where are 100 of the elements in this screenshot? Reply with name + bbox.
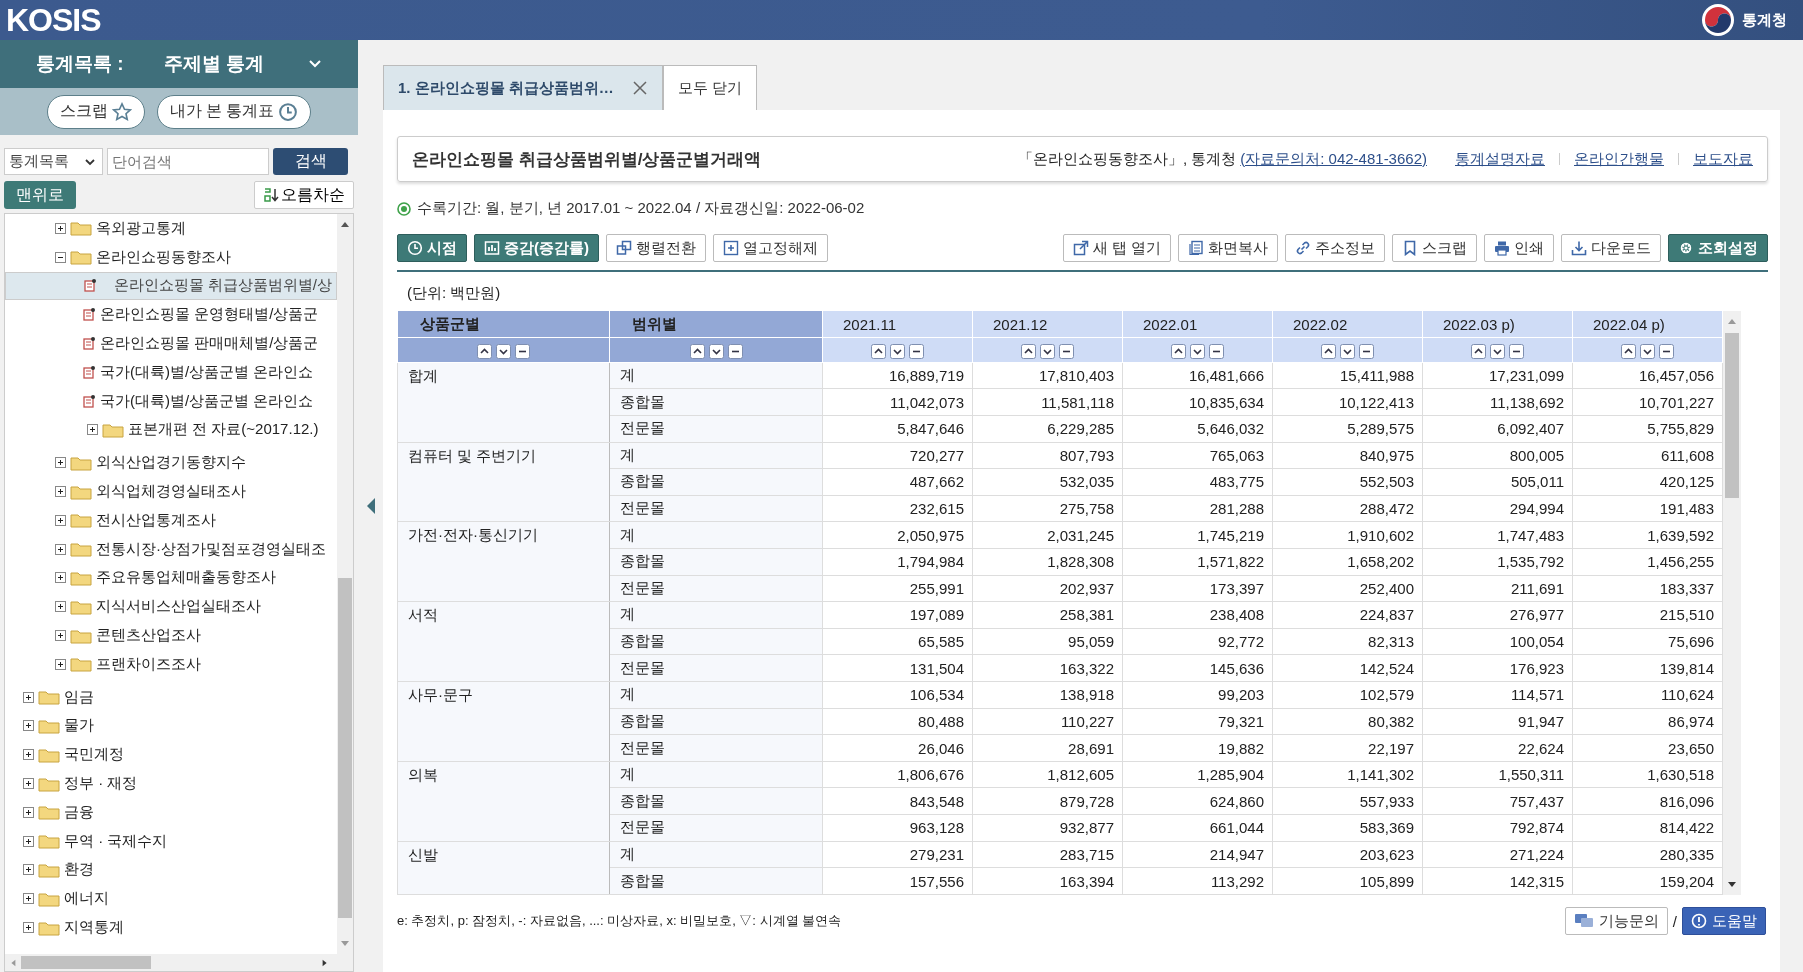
sort-up-icon[interactable] bbox=[1021, 343, 1036, 359]
tree-folder[interactable]: 외식업체경영실태조사 bbox=[5, 477, 337, 506]
sort-down-icon[interactable] bbox=[708, 343, 724, 359]
plus-icon[interactable] bbox=[55, 457, 66, 469]
plus-icon[interactable] bbox=[55, 658, 66, 670]
toolbar-button[interactable]: 증감(증감률) bbox=[474, 234, 599, 262]
toolbar-button[interactable]: 조회설정 bbox=[1668, 234, 1768, 262]
tree-folder[interactable]: 임금 bbox=[5, 682, 337, 712]
remove-icon[interactable] bbox=[1209, 343, 1224, 359]
tree-folder[interactable]: 옥외광고통계 bbox=[5, 214, 337, 243]
quick-button[interactable]: 스크랩 bbox=[46, 94, 145, 129]
toolbar-button[interactable]: 인쇄 bbox=[1484, 234, 1554, 262]
sort-up-icon[interactable] bbox=[477, 343, 492, 359]
plus-icon[interactable] bbox=[23, 749, 34, 761]
plus-icon[interactable] bbox=[23, 835, 34, 847]
tab[interactable]: 1. 온라인쇼핑몰 취급상품범위… bbox=[383, 65, 663, 110]
remove-icon[interactable] bbox=[1059, 343, 1074, 359]
contact-link[interactable]: (자료문의처: 042-481-3662) bbox=[1240, 149, 1427, 169]
column-header[interactable]: 2022.03 p) bbox=[1422, 311, 1573, 338]
plus-icon[interactable] bbox=[55, 630, 66, 642]
tree-item[interactable]: 온라인쇼핑몰 취급상품범위별/상 bbox=[5, 271, 337, 301]
tree-item[interactable]: 온라인쇼핑몰 판매매체별/상품군 bbox=[5, 329, 337, 358]
collapse-arrow-icon[interactable] bbox=[365, 497, 376, 515]
sort-up-icon[interactable] bbox=[871, 343, 886, 359]
scrollbar-thumb[interactable] bbox=[21, 956, 151, 969]
tree-folder[interactable]: 온라인쇼핑동향조사 bbox=[5, 242, 337, 272]
resource-link[interactable]: 보도자료 bbox=[1693, 149, 1753, 169]
sort-down-icon[interactable] bbox=[1340, 343, 1355, 359]
tree-folder[interactable]: 외식산업경기동향지수 bbox=[5, 448, 337, 478]
toolbar-button[interactable]: 주소정보 bbox=[1285, 234, 1385, 262]
plus-icon[interactable] bbox=[23, 806, 34, 818]
toolbar-button[interactable]: 열고정해제 bbox=[713, 234, 828, 262]
remove-icon[interactable] bbox=[1359, 343, 1374, 359]
column-header[interactable]: 2022.02 bbox=[1272, 311, 1423, 338]
toolbar-button[interactable]: 새 탭 열기 bbox=[1062, 234, 1171, 262]
minus-icon[interactable] bbox=[55, 251, 66, 263]
scroll-up-icon[interactable] bbox=[340, 220, 350, 228]
plus-icon[interactable] bbox=[87, 424, 98, 436]
tree-folder[interactable]: 국민계정 bbox=[5, 740, 337, 770]
sort-down-icon[interactable] bbox=[1040, 343, 1055, 359]
remove-icon[interactable] bbox=[909, 343, 924, 359]
sort-up-icon[interactable] bbox=[1321, 343, 1336, 359]
plus-icon[interactable] bbox=[23, 778, 34, 790]
column-header[interactable]: 상품군별 bbox=[397, 311, 610, 338]
quick-button[interactable]: 내가 본 통계표 bbox=[156, 94, 312, 129]
search-field[interactable]: 단어검색 bbox=[107, 148, 269, 175]
remove-icon[interactable] bbox=[727, 343, 743, 359]
inquiry-button[interactable]: 기능문의 bbox=[1564, 907, 1668, 935]
tree-folder[interactable]: 프랜차이즈조사 bbox=[5, 649, 337, 679]
resource-link[interactable]: 통계설명자료 bbox=[1455, 149, 1545, 169]
sort-up-icon[interactable] bbox=[1471, 343, 1486, 359]
sort-up-icon[interactable] bbox=[1621, 343, 1636, 359]
tree-item[interactable]: 온라인쇼핑몰 운영형태별/상품군 bbox=[5, 300, 337, 330]
remove-icon[interactable] bbox=[515, 343, 530, 359]
top-button[interactable]: 맨위로 bbox=[4, 181, 76, 209]
tree-folder[interactable]: 콘텐츠산업조사 bbox=[5, 621, 337, 650]
scroll-down-icon[interactable] bbox=[1727, 881, 1737, 889]
sort-up-icon[interactable] bbox=[1171, 343, 1186, 359]
tree-folder[interactable]: 주요유통업체매출동향조사 bbox=[5, 563, 337, 593]
plus-icon[interactable] bbox=[55, 514, 66, 526]
tree-folder[interactable]: 에너지 bbox=[5, 884, 337, 914]
toolbar-button[interactable]: 스크랩 bbox=[1392, 234, 1477, 262]
tree-item[interactable]: 국가(대륙)별/상품군별 온라인쇼 bbox=[5, 358, 337, 387]
toolbar-button[interactable]: 다운로드 bbox=[1561, 234, 1661, 262]
tree-folder[interactable]: 지식서비스산업실태조사 bbox=[5, 592, 337, 622]
plus-icon[interactable] bbox=[55, 601, 66, 613]
plus-icon[interactable] bbox=[55, 572, 66, 584]
sort-down-icon[interactable] bbox=[890, 343, 905, 359]
remove-icon[interactable] bbox=[1509, 343, 1524, 359]
sort-up-icon[interactable] bbox=[689, 343, 705, 359]
tree-folder[interactable]: 전통시장·상점가및점포경영실태조 bbox=[5, 534, 337, 564]
column-header[interactable]: 2021.12 bbox=[972, 311, 1123, 338]
chevron-down-icon[interactable] bbox=[308, 59, 322, 69]
plus-icon[interactable] bbox=[55, 222, 66, 234]
resource-link[interactable]: 온라인간행물 bbox=[1574, 149, 1664, 169]
tab[interactable]: 모두 닫기 bbox=[662, 65, 758, 110]
toolbar-button[interactable]: 시점 bbox=[397, 234, 467, 262]
remove-icon[interactable] bbox=[1659, 343, 1674, 359]
tree-folder[interactable]: 금융 bbox=[5, 797, 337, 827]
plus-icon[interactable] bbox=[55, 486, 66, 498]
sort-down-icon[interactable] bbox=[1190, 343, 1205, 359]
toolbar-button[interactable]: 화면복사 bbox=[1178, 234, 1278, 262]
catalog-value[interactable]: 주제별 통계 bbox=[163, 51, 264, 77]
tree-item[interactable]: 국가(대륙)별/상품군별 온라인쇼 bbox=[5, 386, 337, 416]
column-header[interactable]: 2021.11 bbox=[822, 311, 973, 338]
toolbar-button[interactable]: 행렬전환 bbox=[606, 234, 706, 262]
sort-down-icon[interactable] bbox=[496, 343, 511, 359]
scroll-right-icon[interactable] bbox=[321, 958, 329, 967]
logo[interactable]: KOSIS bbox=[6, 1, 101, 39]
plus-icon[interactable] bbox=[55, 543, 66, 555]
column-header[interactable]: 2022.01 bbox=[1122, 311, 1273, 338]
sort-down-icon[interactable] bbox=[1640, 343, 1655, 359]
plus-icon[interactable] bbox=[23, 691, 34, 703]
column-header[interactable]: 2022.04 p) bbox=[1572, 311, 1723, 338]
category-select[interactable]: 통계목록 bbox=[4, 148, 103, 175]
sort-button[interactable]: 오름차순 bbox=[254, 181, 354, 209]
close-icon[interactable] bbox=[631, 80, 648, 96]
tree-folder[interactable]: 물가 bbox=[5, 711, 337, 741]
plus-icon[interactable] bbox=[23, 864, 34, 876]
tree-folder[interactable]: 환경 bbox=[5, 855, 337, 885]
